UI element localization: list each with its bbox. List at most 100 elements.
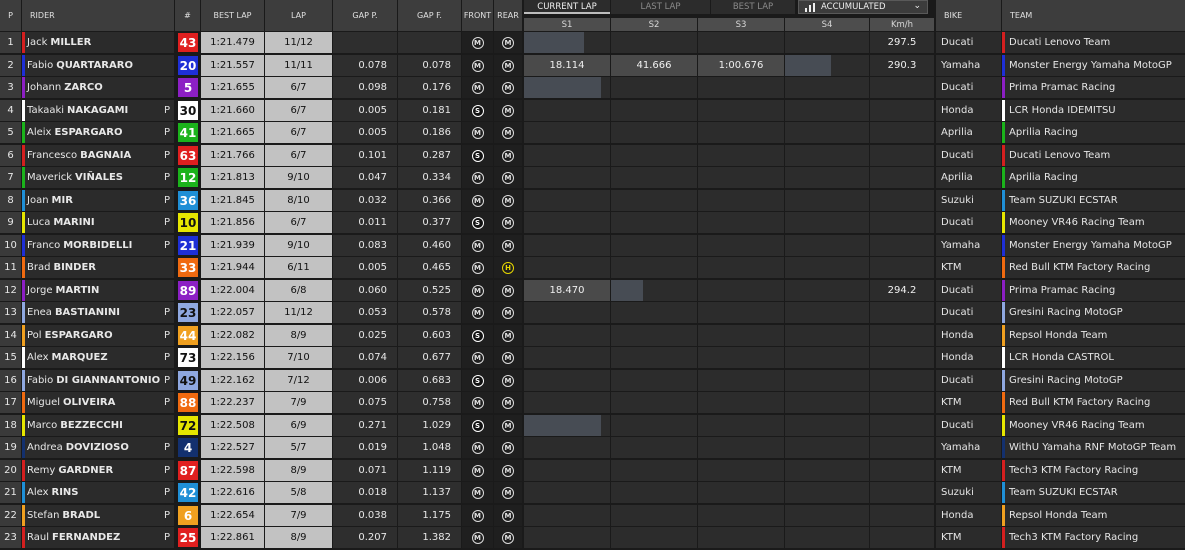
team-color-stripe [1002,257,1005,278]
column-header-lap[interactable]: LAP [265,0,332,31]
sector-2-cell [611,505,697,526]
column-header-best-lap[interactable]: BEST LAP [201,0,264,31]
column-header-rear[interactable]: REAR [494,0,522,31]
bike-cell: Aprilia [936,122,1001,143]
rider-name-cell[interactable]: Enea BASTIANINI P [22,302,174,323]
rider-name-cell[interactable]: Aleix ESPARGARO P [22,122,174,143]
tyre-front-cell: S [462,370,493,391]
rider-name-cell[interactable]: Joan MIR P [22,190,174,211]
sector-1-cell [524,77,610,98]
best-lap-cell: 1:21.939 [201,235,264,256]
team-name: Prima Pramac Racing [1009,285,1116,296]
gap-first-cell: 1.137 [398,482,461,503]
rider-name-cell[interactable]: Alex RINS P [22,482,174,503]
team-name: Team SUZUKI ECSTAR [1009,487,1118,498]
rider-name-cell[interactable]: Jack MILLER [22,32,174,53]
tyre-compound-icon: M [502,374,514,387]
rider-number-badge: 6 [178,506,198,525]
rider-last-name: FERNANDEZ [51,532,121,543]
gap-first-cell: 1.029 [398,415,461,436]
rider-name-cell[interactable]: Remy GARDNER P [22,460,174,481]
column-header-gap-first[interactable]: GAP F. [398,0,461,31]
tab-last-lap[interactable]: LAST LAP [611,0,710,14]
column-header-gap-prev[interactable]: GAP P. [333,0,397,31]
team-color-stripe [1002,77,1005,98]
rider-name-cell[interactable]: Johann ZARCO [22,77,174,98]
rider-last-name: MIR [51,195,73,206]
sector-header-s1: S1 [524,18,610,31]
rider-name-cell[interactable]: Maverick VIÑALES P [22,167,174,188]
gap-prev-cell: 0.101 [333,145,397,166]
tyre-rear-cell: M [494,190,522,211]
sector-4-cell [785,280,869,301]
gap-prev-cell: 0.074 [333,347,397,368]
sector-1-cell: 18.114 [524,55,610,76]
tyre-compound-icon: M [502,239,514,252]
sector-3-cell [698,460,784,481]
column-header-bike[interactable]: BIKE [936,0,1001,31]
team-color-stripe [22,325,25,346]
rider-last-name: DOVIZIOSO [65,442,129,453]
tyre-compound-icon: M [502,464,514,477]
position-cell: 8 [0,190,21,211]
rider-last-name: BEZZECCHI [60,420,123,431]
view-mode-dropdown[interactable]: ACCUMULATED ⌄ [798,0,928,14]
team-name: Tech3 KTM Factory Racing [1009,465,1139,476]
rider-name-cell[interactable]: Miguel OLIVEIRA P [22,392,174,413]
rider-name-cell[interactable]: Luca MARINI P [22,212,174,233]
speed-cell [870,145,934,166]
speed-cell [870,460,934,481]
sector-2-cell [611,527,697,548]
lap-count-cell: 7/9 [265,392,332,413]
sector-4-cell [785,55,869,76]
sector-3-cell [698,212,784,233]
team-color-stripe [22,415,25,436]
rider-name-cell[interactable]: Fabio QUARTARARO [22,55,174,76]
team-color-stripe [22,302,25,323]
gap-prev-cell: 0.047 [333,167,397,188]
column-header-number[interactable]: # [175,0,200,31]
rider-name-cell[interactable]: Andrea DOVIZIOSO P [22,437,174,458]
tyre-rear-cell: M [494,505,522,526]
column-header-pos[interactable]: P [0,0,21,31]
position-cell: 6 [0,145,21,166]
rider-name-cell[interactable]: Fabio DI GIANNANTONIO P [22,370,174,391]
team-cell: Mooney VR46 Racing Team [1002,415,1185,436]
pit-indicator: P [163,127,170,138]
rider-name-cell[interactable]: Pol ESPARGARO P [22,325,174,346]
gap-prev-cell: 0.207 [333,527,397,548]
rider-name-cell[interactable]: Raul FERNANDEZ P [22,527,174,548]
rider-name-cell[interactable]: Marco BEZZECCHI [22,415,174,436]
pit-indicator: P [163,240,170,251]
rider-name-cell[interactable]: Jorge MARTIN [22,280,174,301]
team-color-stripe [1002,167,1005,188]
sector-4-cell [785,415,869,436]
team-name: Mooney VR46 Racing Team [1009,217,1145,228]
rider-name-cell[interactable]: Takaaki NAKAGAMI P [22,100,174,121]
rider-first-name: Andrea [27,442,63,453]
column-header-team[interactable]: TEAM [1002,0,1185,31]
sector-3-cell [698,235,784,256]
rider-name-cell[interactable]: Francesco BAGNAIA P [22,145,174,166]
column-header-front[interactable]: FRONT [462,0,493,31]
rider-name-cell[interactable]: Brad BINDER [22,257,174,278]
tab-best-lap[interactable]: BEST LAP [711,0,795,14]
rider-number-badge: 44 [178,326,198,345]
sector-1-cell [524,460,610,481]
rider-name-cell[interactable]: Alex MARQUEZ P [22,347,174,368]
tyre-front-cell: M [462,460,493,481]
lap-count-cell: 6/7 [265,100,332,121]
tab-current-lap[interactable]: CURRENT LAP [524,0,610,14]
tyre-compound-icon: M [502,126,514,139]
column-header-rider[interactable]: RIDER [22,0,174,31]
rider-number-badge: 10 [178,213,198,232]
tyre-compound-icon: M [502,59,514,72]
position-cell: 16 [0,370,21,391]
rider-name-cell[interactable]: Franco MORBIDELLI P [22,235,174,256]
sector-4-cell [785,167,869,188]
pit-indicator: P [163,195,170,206]
tyre-rear-cell: M [494,100,522,121]
rider-name-cell[interactable]: Stefan BRADL P [22,505,174,526]
position-cell: 1 [0,32,21,53]
pit-indicator: P [163,307,170,318]
